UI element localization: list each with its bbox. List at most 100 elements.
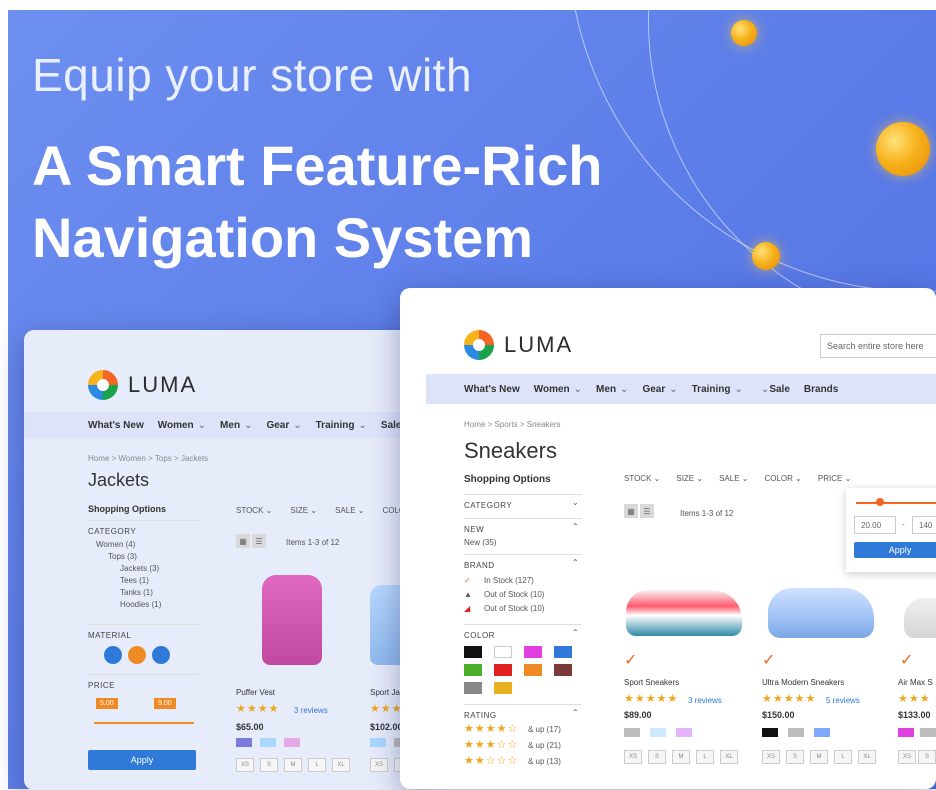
nav-item-training[interactable]: Training ⌄ bbox=[316, 420, 367, 431]
grid-view-icon[interactable]: ▦ bbox=[624, 504, 638, 518]
nav-item-brands[interactable]: Brands bbox=[804, 384, 838, 395]
size-option[interactable]: L bbox=[696, 750, 714, 764]
size-option[interactable]: XL bbox=[720, 750, 738, 764]
filter-size[interactable]: SIZE ⌄ bbox=[676, 474, 703, 483]
tree-item[interactable]: Hoodies (1) bbox=[120, 600, 161, 609]
breadcrumb-link[interactable]: Tops bbox=[155, 454, 172, 463]
shirt-icon[interactable] bbox=[128, 646, 146, 664]
nav-item-whats-new[interactable]: What's New bbox=[464, 384, 520, 395]
size-option[interactable]: M bbox=[672, 750, 690, 764]
filter-stock[interactable]: STOCK ⌄ bbox=[236, 506, 272, 515]
facet-material[interactable]: MATERIAL bbox=[88, 624, 198, 640]
size-option[interactable]: S bbox=[786, 750, 804, 764]
reviews-link[interactable]: 3 reviews bbox=[294, 706, 328, 715]
list-view-icon[interactable]: ☰ bbox=[252, 534, 266, 548]
breadcrumb-link[interactable]: Home bbox=[88, 454, 109, 463]
breadcrumb-link[interactable]: Home bbox=[464, 420, 485, 429]
size-option[interactable]: XS bbox=[370, 758, 388, 772]
nav-item-gear[interactable]: Gear ⌄ bbox=[642, 384, 677, 395]
reviews-link[interactable]: 5 reviews bbox=[826, 696, 860, 705]
product-image-air-max[interactable] bbox=[904, 598, 936, 638]
color-swatch[interactable] bbox=[920, 728, 936, 737]
size-option[interactable]: M bbox=[810, 750, 828, 764]
nav-item-women[interactable]: Women ⌄ bbox=[158, 420, 206, 431]
size-option[interactable]: XS bbox=[624, 750, 642, 764]
color-swatch[interactable] bbox=[370, 738, 386, 747]
color-swatch[interactable] bbox=[554, 664, 572, 676]
color-swatch[interactable] bbox=[624, 728, 640, 737]
tree-item[interactable]: Women (4) bbox=[96, 540, 135, 549]
facet-rating[interactable]: RATING bbox=[464, 704, 582, 720]
facet-price[interactable]: PRICE bbox=[88, 674, 198, 690]
color-swatch[interactable] bbox=[788, 728, 804, 737]
color-swatch[interactable] bbox=[464, 646, 482, 658]
color-swatch[interactable] bbox=[260, 738, 276, 747]
list-view-icon[interactable]: ☰ bbox=[640, 504, 654, 518]
price-to-input[interactable]: 140 bbox=[912, 516, 936, 534]
product-name[interactable]: Ultra Modern Sneakers bbox=[762, 678, 844, 687]
facet-category[interactable]: CATEGORY bbox=[88, 520, 198, 536]
nav-item-men[interactable]: Men ⌄ bbox=[596, 384, 628, 395]
size-option[interactable]: XS bbox=[898, 750, 916, 764]
color-swatch[interactable] bbox=[524, 664, 542, 676]
breadcrumb-link[interactable]: Sports bbox=[494, 420, 517, 429]
size-option[interactable]: L bbox=[834, 750, 852, 764]
color-swatch[interactable] bbox=[236, 738, 252, 747]
facet-new[interactable]: NEW bbox=[464, 518, 582, 534]
product-image-sport-sneakers[interactable] bbox=[626, 590, 742, 636]
filter-sale[interactable]: SALE ⌄ bbox=[719, 474, 748, 483]
rating-label[interactable]: & up (13) bbox=[528, 757, 561, 766]
size-option[interactable]: L bbox=[308, 758, 326, 772]
tree-item[interactable]: Tees (1) bbox=[120, 576, 149, 585]
color-swatch[interactable] bbox=[554, 646, 572, 658]
color-swatch[interactable] bbox=[814, 728, 830, 737]
size-option[interactable]: S bbox=[648, 750, 666, 764]
color-swatch[interactable] bbox=[898, 728, 914, 737]
color-swatch[interactable] bbox=[464, 682, 482, 694]
apply-button[interactable]: Apply bbox=[854, 542, 936, 558]
store-logo[interactable]: LUMA bbox=[464, 330, 573, 360]
price-slider[interactable] bbox=[856, 502, 936, 504]
facet-option[interactable]: Out of Stock (10) bbox=[484, 604, 544, 613]
product-name[interactable]: Sport Sneakers bbox=[624, 678, 679, 687]
tree-item[interactable]: Tanks (1) bbox=[120, 588, 153, 597]
product-name[interactable]: Air Max S bbox=[898, 678, 933, 687]
color-swatch[interactable] bbox=[284, 738, 300, 747]
rating-label[interactable]: & up (17) bbox=[528, 725, 561, 734]
grid-view-icon[interactable]: ▦ bbox=[236, 534, 250, 548]
nav-item-sale[interactable]: Sale bbox=[381, 420, 402, 431]
size-option[interactable]: S bbox=[918, 750, 936, 764]
color-swatch[interactable] bbox=[676, 728, 692, 737]
size-option[interactable]: XL bbox=[858, 750, 876, 764]
product-image-vest[interactable] bbox=[262, 575, 322, 665]
rating-label[interactable]: & up (21) bbox=[528, 741, 561, 750]
color-swatch[interactable] bbox=[650, 728, 666, 737]
shirt-icon[interactable] bbox=[104, 646, 122, 664]
filter-color[interactable]: COLOR ⌄ bbox=[764, 474, 801, 483]
nav-item-women[interactable]: Women ⌄ bbox=[534, 384, 582, 395]
color-swatch[interactable] bbox=[494, 646, 512, 658]
search-input[interactable]: Search entire store here bbox=[820, 334, 936, 358]
facet-color[interactable]: COLOR bbox=[464, 624, 582, 640]
facet-brand[interactable]: BRAND bbox=[464, 554, 582, 570]
price-slider[interactable] bbox=[94, 722, 194, 724]
slider-handle[interactable] bbox=[876, 498, 884, 506]
filter-price[interactable]: PRICE ⌄ bbox=[818, 474, 851, 483]
size-option[interactable]: XS bbox=[762, 750, 780, 764]
rating-stars[interactable]: ★★★★☆ bbox=[464, 722, 518, 735]
tree-item[interactable]: Tops (3) bbox=[108, 552, 137, 561]
size-option[interactable]: S bbox=[260, 758, 278, 772]
filter-sale[interactable]: SALE ⌄ bbox=[335, 506, 364, 515]
nav-item-gear[interactable]: Gear ⌄ bbox=[266, 420, 301, 431]
rating-stars[interactable]: ★★★☆☆ bbox=[464, 738, 518, 751]
store-logo[interactable]: LUMA bbox=[88, 370, 197, 400]
tree-item[interactable]: Jackets (3) bbox=[120, 564, 159, 573]
color-swatch[interactable] bbox=[494, 682, 512, 694]
color-swatch[interactable] bbox=[464, 664, 482, 676]
color-swatch[interactable] bbox=[524, 646, 542, 658]
facet-category[interactable]: CATEGORY bbox=[464, 494, 582, 510]
filter-stock[interactable]: STOCK ⌄ bbox=[624, 474, 660, 483]
size-option[interactable]: XS bbox=[236, 758, 254, 772]
apply-button[interactable]: Apply bbox=[88, 750, 196, 770]
price-from-input[interactable]: 20.00 bbox=[854, 516, 896, 534]
